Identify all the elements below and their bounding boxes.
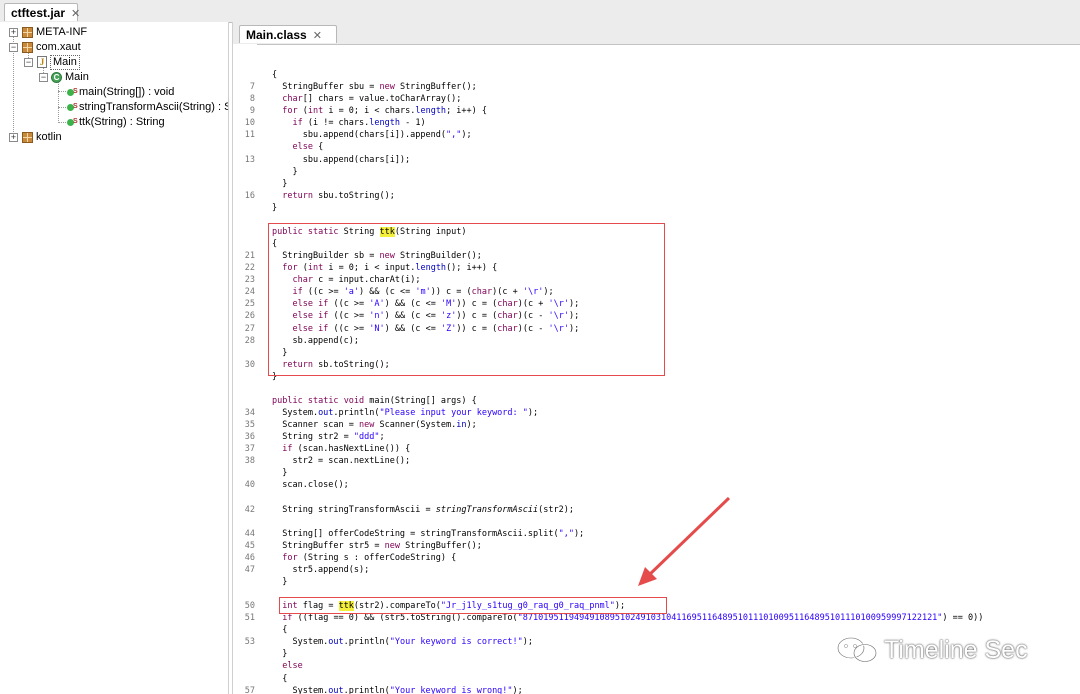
annotation-arrow: [638, 496, 731, 586]
editor-tab-bar: Main.class ✕: [233, 22, 1080, 45]
tab-ctftest-jar[interactable]: ctftest.jar ✕: [4, 3, 80, 21]
tree-item-method[interactable]: S stringTransformAscii(String) : Strin: [0, 100, 228, 115]
collapse-icon[interactable]: −: [9, 43, 18, 52]
tree-item-com-xaut[interactable]: − com.xaut: [0, 40, 228, 55]
public-static-method-icon: S: [67, 118, 78, 126]
collapse-icon[interactable]: −: [24, 58, 33, 67]
tree-item-label: stringTransformAscii(String) : Strin: [79, 101, 228, 113]
package-icon: [22, 27, 33, 38]
expand-icon[interactable]: +: [9, 133, 18, 142]
tree-item-label: com.xaut: [36, 41, 81, 53]
package-explorer: + META-INF − com.xaut − J Main − C Main …: [0, 22, 229, 694]
tree-item-label: Main: [65, 71, 89, 83]
tree-item-label: META-INF: [36, 26, 88, 38]
tree-item-kotlin[interactable]: + kotlin: [0, 130, 228, 145]
public-static-method-icon: S: [67, 103, 78, 111]
tree-item-method[interactable]: S ttk(String) : String: [0, 115, 228, 130]
java-file-icon: J: [37, 56, 47, 68]
code-editor[interactable]: 7 8 9 10 11 13 16 21 22 23 24 25 26 27 28 30 34 35 36 37 38 4…: [233, 44, 1080, 694]
collapse-icon[interactable]: −: [39, 73, 48, 82]
package-icon: [22, 42, 33, 53]
close-icon[interactable]: ✕: [313, 30, 322, 42]
outer-tab-bar: ctftest.jar ✕: [0, 0, 1080, 23]
tree-item-method[interactable]: S main(String[]) : void: [0, 85, 228, 100]
tree-item-meta-inf[interactable]: + META-INF: [0, 25, 228, 40]
expand-icon[interactable]: +: [9, 28, 18, 37]
tree-item-main-class[interactable]: − C Main: [0, 70, 228, 85]
package-icon: [22, 132, 33, 143]
tree-item-label: kotlin: [36, 131, 62, 143]
editor-panel: Main.class ✕ 7 8 9 10 11 13 16 21 22 23 24 25 26 27 28 3…: [232, 22, 1080, 694]
tree-item-label: ttk(String) : String: [79, 116, 165, 128]
wechat-icon: [836, 636, 878, 663]
tree-item-main-file[interactable]: − J Main: [0, 55, 228, 70]
tab-main-class[interactable]: Main.class ✕: [239, 25, 337, 43]
tab-title: Main.class: [246, 28, 307, 42]
class-icon: C: [51, 72, 62, 83]
tree-item-label: Main: [50, 55, 80, 70]
close-icon[interactable]: ✕: [71, 8, 80, 20]
tab-title: ctftest.jar: [11, 6, 66, 20]
public-static-method-icon: S: [67, 88, 78, 96]
tree-item-label: main(String[]) : void: [79, 86, 175, 98]
watermark: Timeline Sec: [836, 634, 1066, 666]
watermark-text: Timeline Sec: [884, 636, 1028, 664]
